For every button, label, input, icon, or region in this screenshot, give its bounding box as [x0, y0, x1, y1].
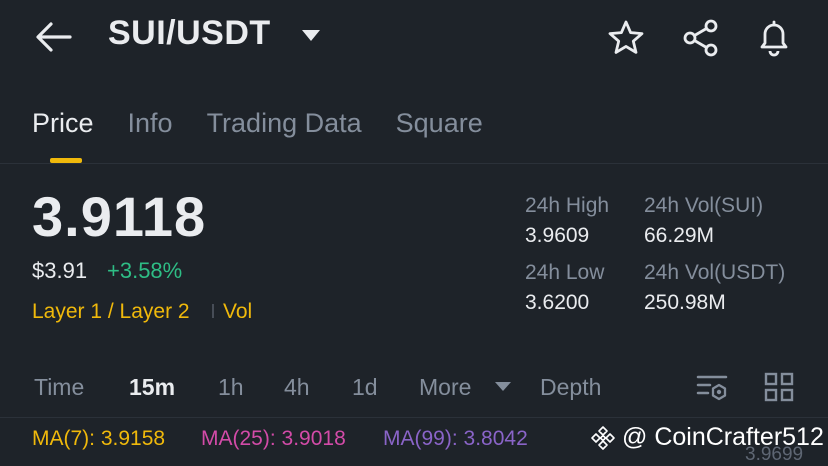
high-value: 3.9609	[525, 224, 590, 247]
grid-layout-icon[interactable]	[764, 372, 794, 402]
star-icon[interactable]	[606, 18, 646, 58]
high-label: 24h High	[525, 194, 610, 217]
vol-tag[interactable]: Vol	[223, 300, 252, 324]
usd-price: $3.91	[32, 258, 88, 283]
bell-icon[interactable]	[754, 18, 794, 58]
vol-sui-value: 66.29M	[644, 224, 715, 247]
interval-time[interactable]: Time	[34, 374, 84, 401]
price-change-percent: +3.58%	[107, 258, 183, 283]
interval-more[interactable]: More	[419, 374, 471, 401]
binance-logo-icon	[591, 425, 615, 450]
tab-trading-data[interactable]: Trading Data	[207, 108, 362, 139]
vol-sui-label: 24h Vol(SUI)	[644, 194, 764, 217]
ma25-value: MA(25): 3.9018	[201, 427, 346, 450]
interval-1h[interactable]: 1h	[218, 374, 244, 401]
interval-15m[interactable]: 15m	[129, 374, 175, 401]
vol-usdt-label: 24h Vol(USDT)	[644, 261, 786, 284]
chevron-down-icon[interactable]	[302, 30, 320, 41]
watermark-text: @ CoinCrafter512	[622, 423, 824, 451]
tab-square[interactable]: Square	[396, 108, 483, 139]
tab-divider	[0, 163, 828, 164]
interval-4h[interactable]: 4h	[284, 374, 310, 401]
interval-1d[interactable]: 1d	[352, 374, 378, 401]
tab-price[interactable]: Price	[32, 108, 94, 139]
back-icon[interactable]	[34, 20, 74, 54]
pair-title[interactable]: SUI/USDT	[108, 14, 271, 53]
tag-separator	[212, 304, 214, 318]
watermark: @ CoinCrafter512	[590, 423, 824, 452]
depth-tab[interactable]: Depth	[540, 374, 601, 401]
category-tag[interactable]: Layer 1 / Layer 2	[32, 300, 190, 324]
vol-usdt-value: 250.98M	[644, 291, 726, 314]
low-value: 3.6200	[525, 291, 590, 314]
last-price: 3.9118	[32, 185, 207, 248]
more-chevron-down-icon[interactable]	[495, 382, 511, 391]
ma99-value: MA(99): 3.8042	[383, 427, 528, 450]
tab-info[interactable]: Info	[128, 108, 173, 139]
low-label: 24h Low	[525, 261, 605, 284]
share-icon[interactable]	[681, 18, 721, 58]
tab-bar: Price Info Trading Data Square	[32, 108, 483, 139]
ma7-value: MA(7): 3.9158	[32, 427, 166, 450]
chart-divider	[0, 417, 828, 418]
indicator-settings-icon[interactable]	[696, 372, 730, 404]
